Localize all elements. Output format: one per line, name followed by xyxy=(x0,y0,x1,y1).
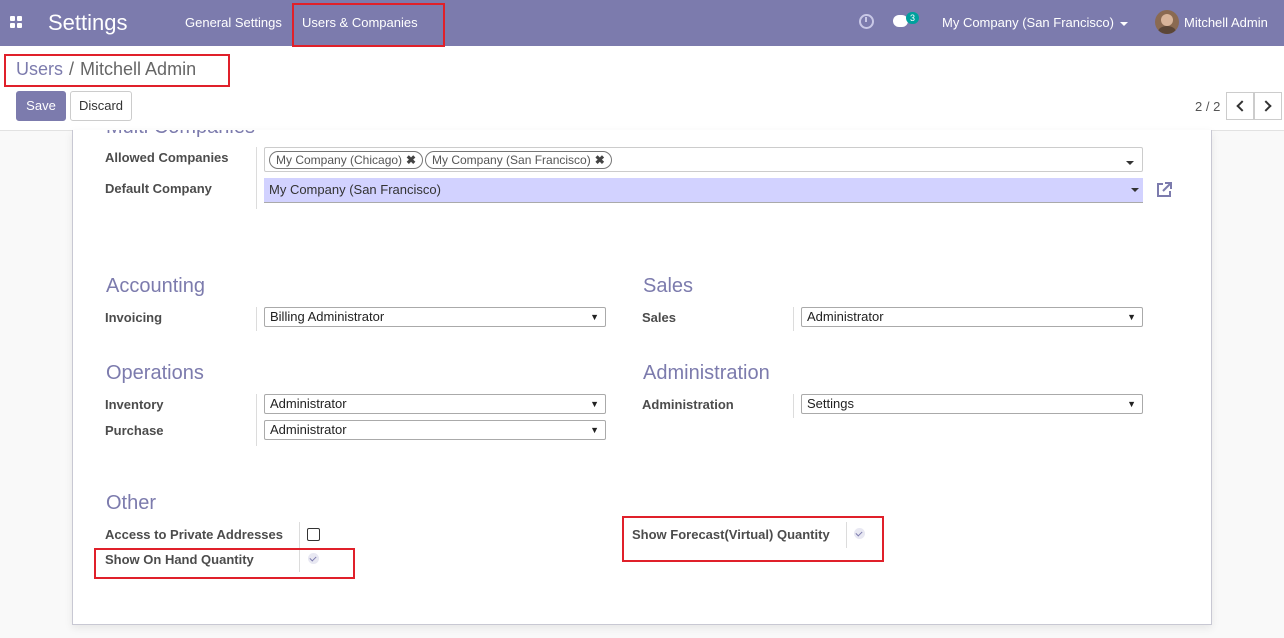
invoicing-label: Invoicing xyxy=(105,310,163,325)
user-menu[interactable]: Mitchell Admin xyxy=(1184,15,1268,30)
section-title-administration: Administration xyxy=(643,362,770,384)
sales-label: Sales xyxy=(642,310,676,325)
pager-previous-button[interactable] xyxy=(1226,92,1254,120)
chevron-right-icon xyxy=(1260,100,1272,112)
default-company-label: Default Company xyxy=(105,181,212,196)
highlight-users-companies xyxy=(292,3,445,47)
default-company-value: My Company (San Francisco) xyxy=(269,182,441,197)
purchase-value: Administrator xyxy=(270,422,347,437)
apps-grid-icon[interactable] xyxy=(10,16,22,28)
section-title-other: Other xyxy=(106,492,157,514)
section-title-multi-companies: Multi Companies xyxy=(106,130,255,139)
allowed-companies-label: Allowed Companies xyxy=(105,150,229,165)
tag-label: My Company (Chicago) xyxy=(276,153,403,167)
company-switcher-label: My Company (San Francisco) xyxy=(942,15,1114,30)
default-company-field[interactable]: My Company (San Francisco) xyxy=(264,178,1143,203)
purchase-select[interactable]: Administrator ▼ xyxy=(264,420,606,440)
tag-chicago: My Company (Chicago) ✖ xyxy=(269,151,424,169)
field-separator xyxy=(793,394,794,418)
private-addresses-label: Access to Private Addresses xyxy=(105,527,284,542)
invoicing-select[interactable]: Billing Administrator ▼ xyxy=(264,307,606,327)
inventory-value: Administrator xyxy=(270,396,347,411)
administration-label: Administration xyxy=(642,397,734,412)
pager-value: 2 / 2 xyxy=(1195,99,1221,114)
chat-count-badge: 3 xyxy=(906,12,920,24)
allowed-companies-field[interactable]: My Company (Chicago) ✖ My Company (San Fr… xyxy=(264,147,1143,172)
app-title: Settings xyxy=(48,10,128,35)
administration-select[interactable]: Settings ▼ xyxy=(801,394,1143,414)
activity-clock-icon[interactable] xyxy=(859,14,874,29)
dropdown-arrow-icon: ▼ xyxy=(1127,399,1136,409)
highlight-breadcrumb xyxy=(4,54,230,87)
pager-next-button[interactable] xyxy=(1254,92,1282,120)
field-separator xyxy=(256,147,257,209)
avatar[interactable] xyxy=(1155,10,1179,34)
top-navbar: Settings General Settings Users & Compan… xyxy=(0,0,1284,46)
section-title-sales: Sales xyxy=(643,275,694,297)
field-separator xyxy=(256,307,257,331)
private-addresses-checkbox[interactable] xyxy=(307,528,320,541)
highlight-on-hand-quantity xyxy=(94,548,355,579)
dropdown-arrow-icon: ▼ xyxy=(590,399,599,409)
dropdown-arrow-icon: ▼ xyxy=(590,425,599,435)
inventory-label: Inventory xyxy=(105,397,164,412)
remove-tag-icon[interactable]: ✖ xyxy=(595,153,605,167)
tag-san-francisco: My Company (San Francisco) ✖ xyxy=(425,151,612,169)
dropdown-arrow-icon: ▼ xyxy=(1127,312,1136,322)
save-button[interactable]: Save xyxy=(16,91,66,121)
inventory-select[interactable]: Administrator ▼ xyxy=(264,394,606,414)
chevron-left-icon xyxy=(1236,100,1248,112)
external-link-icon[interactable] xyxy=(1155,181,1173,199)
section-title-accounting: Accounting xyxy=(106,275,205,297)
invoicing-value: Billing Administrator xyxy=(270,309,385,324)
company-switcher[interactable]: My Company (San Francisco) xyxy=(942,15,1128,30)
chevron-down-icon[interactable] xyxy=(1126,161,1134,165)
highlight-forecast-quantity xyxy=(622,516,884,562)
sales-value: Administrator xyxy=(807,309,884,324)
section-title-operations: Operations xyxy=(106,362,204,384)
sales-select[interactable]: Administrator ▼ xyxy=(801,307,1143,327)
field-separator xyxy=(256,394,257,446)
dropdown-arrow-icon: ▼ xyxy=(590,312,599,322)
chevron-down-icon[interactable] xyxy=(1131,188,1139,192)
menu-general-settings[interactable]: General Settings xyxy=(185,15,282,30)
administration-value: Settings xyxy=(807,396,854,411)
remove-tag-icon[interactable]: ✖ xyxy=(406,153,416,167)
purchase-label: Purchase xyxy=(105,423,164,438)
tag-label: My Company (San Francisco) xyxy=(432,153,591,167)
field-separator xyxy=(793,307,794,331)
chevron-down-icon xyxy=(1119,21,1128,26)
discard-button[interactable]: Discard xyxy=(70,91,132,121)
